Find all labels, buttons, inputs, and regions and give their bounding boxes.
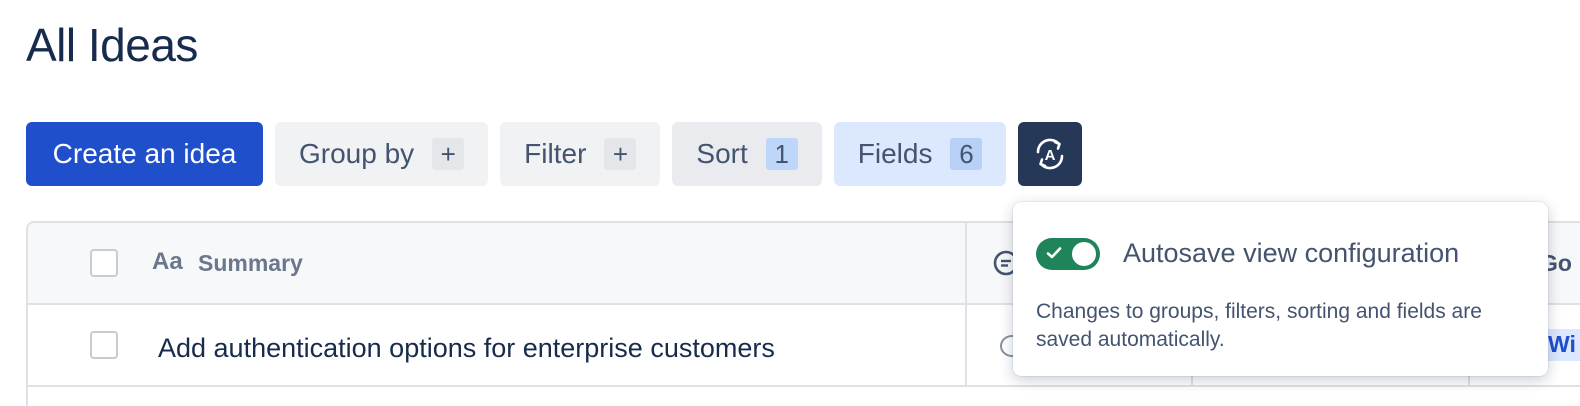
autosave-icon: A xyxy=(1037,138,1064,170)
checkmark-icon xyxy=(1046,247,1062,259)
popup-title: Autosave view configuration xyxy=(1123,238,1460,268)
column-divider xyxy=(965,223,967,303)
sort-button[interactable]: Sort 1 xyxy=(672,122,822,186)
group-by-button[interactable]: Group by + xyxy=(275,122,489,186)
sort-count-badge: 1 xyxy=(765,138,798,170)
create-idea-button[interactable]: Create an idea xyxy=(26,122,263,186)
column-divider xyxy=(965,305,967,385)
plus-icon: + xyxy=(432,138,465,170)
autosave-button[interactable]: A xyxy=(1018,122,1083,186)
filter-button[interactable]: Filter + xyxy=(500,122,661,186)
autosave-popup: Autosave view configuration Changes to g… xyxy=(1013,202,1548,376)
sort-label: Sort xyxy=(696,138,748,169)
toggle-knob xyxy=(1072,242,1096,266)
summary-column-header[interactable]: Summary xyxy=(198,250,303,277)
fields-count-badge: 6 xyxy=(950,138,983,170)
row-checkbox[interactable] xyxy=(90,331,118,359)
group-by-label: Group by xyxy=(299,138,415,169)
idea-summary[interactable]: Add authentication options for enterpris… xyxy=(158,333,775,364)
autosave-toggle[interactable] xyxy=(1036,238,1100,270)
toolbar: Create an idea Group by + Filter + Sort … xyxy=(26,122,1083,186)
page-title: All Ideas xyxy=(26,19,198,71)
text-field-icon: Aa xyxy=(152,248,183,275)
fields-label: Fields xyxy=(857,138,933,169)
select-all-checkbox[interactable] xyxy=(90,249,118,277)
filter-label: Filter xyxy=(524,138,587,169)
svg-text:A: A xyxy=(1045,147,1056,164)
popup-description: Changes to groups, filters, sorting and … xyxy=(1036,300,1482,351)
fields-button[interactable]: Fields 6 xyxy=(833,122,1007,186)
plus-icon: + xyxy=(604,138,637,170)
